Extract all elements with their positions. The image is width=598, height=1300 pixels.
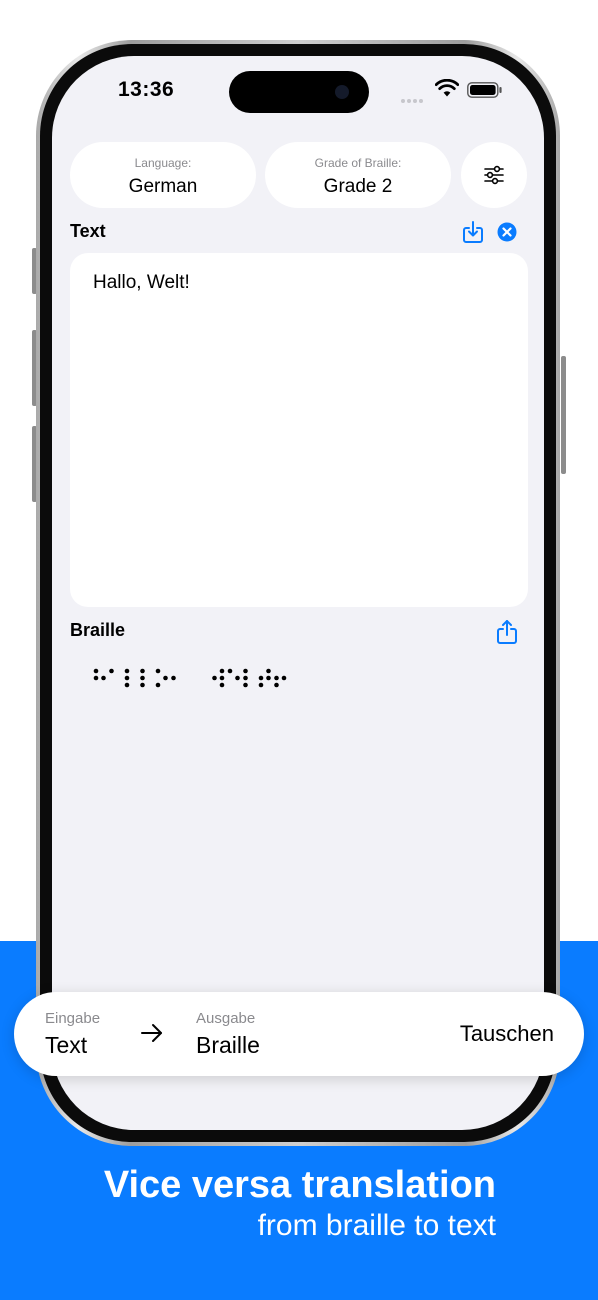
braille-dot bbox=[243, 682, 248, 688]
promo-headline: Vice versa translation bbox=[103, 1164, 496, 1206]
braille-grade-value: Grade 2 bbox=[323, 176, 393, 197]
braille-grade-selector[interactable]: Grade of Braille: Grade 2 bbox=[265, 142, 451, 208]
braille-dot bbox=[124, 682, 130, 688]
share-icon bbox=[497, 620, 517, 644]
sliders-icon bbox=[484, 165, 504, 185]
braille-dot bbox=[163, 675, 168, 681]
braille-dot bbox=[93, 675, 99, 681]
text-input-area[interactable]: Hallo, Welt! bbox=[70, 253, 528, 607]
share-button[interactable] bbox=[494, 618, 520, 646]
braille-dot bbox=[274, 675, 279, 681]
braille-dot bbox=[219, 668, 225, 674]
clear-text-button[interactable] bbox=[495, 220, 519, 244]
phone-screen: 13:36 Language: German Grade of Braille:… bbox=[52, 56, 544, 1130]
language-value: German bbox=[128, 176, 198, 197]
braille-dot bbox=[274, 682, 279, 688]
arrow-right-icon bbox=[141, 1024, 162, 1042]
braille-dot bbox=[171, 675, 176, 681]
braille-cell bbox=[227, 668, 240, 681]
braille-dot bbox=[140, 668, 145, 674]
swap-button[interactable]: Tauschen bbox=[460, 1021, 554, 1047]
promo-subheadline: from braille to text bbox=[257, 1209, 496, 1242]
braille-cell bbox=[171, 675, 176, 681]
braille-dot bbox=[93, 668, 99, 674]
braille-cell bbox=[274, 675, 287, 688]
input-mode-value: Text bbox=[45, 1032, 88, 1058]
braille-cell bbox=[243, 668, 248, 688]
braille-dot bbox=[219, 675, 225, 681]
braille-cell bbox=[258, 668, 271, 688]
braille-dot bbox=[101, 675, 106, 681]
braille-cell bbox=[124, 668, 130, 688]
braille-cell bbox=[155, 668, 168, 688]
braille-dot bbox=[227, 668, 233, 674]
status-time: 13:36 bbox=[118, 78, 175, 101]
braille-dot bbox=[243, 675, 248, 681]
braille-dot bbox=[140, 682, 145, 688]
language-selector[interactable]: Language: German bbox=[70, 142, 256, 208]
braille-dot bbox=[109, 668, 114, 674]
clear-icon bbox=[497, 222, 517, 242]
braille-dot bbox=[219, 682, 225, 688]
input-mode-label: Eingabe bbox=[45, 1010, 101, 1027]
braille-dot bbox=[258, 675, 264, 681]
output-mode-label: Ausgabe bbox=[196, 1010, 256, 1027]
settings-button[interactable] bbox=[461, 142, 527, 208]
braille-dot bbox=[258, 682, 264, 688]
translation-direction-bar: Eingabe Text Ausgabe Braille Tauschen bbox=[14, 992, 584, 1076]
braille-dot bbox=[155, 668, 161, 674]
text-section-title: Text bbox=[70, 221, 106, 241]
dynamic-island bbox=[229, 71, 369, 113]
braille-dot bbox=[281, 675, 287, 681]
braille-dot bbox=[124, 675, 130, 681]
phone-power-button bbox=[561, 356, 566, 474]
braille-section-title: Braille bbox=[70, 620, 126, 640]
braille-grade-label: Grade of Braille: bbox=[314, 156, 402, 170]
braille-dot bbox=[266, 668, 271, 674]
wifi-icon bbox=[435, 79, 459, 97]
braille-dot bbox=[235, 675, 240, 681]
braille-cell bbox=[109, 668, 114, 674]
front-camera bbox=[335, 85, 349, 99]
cellular-signal-icon bbox=[401, 90, 429, 103]
text-input-value: Hallo, Welt! bbox=[93, 272, 190, 293]
import-button[interactable] bbox=[460, 219, 486, 245]
braille-dot bbox=[155, 682, 161, 688]
braille-cell bbox=[93, 668, 106, 681]
braille-dot bbox=[243, 668, 248, 674]
braille-dot bbox=[124, 668, 130, 674]
braille-cell bbox=[140, 668, 145, 688]
battery-icon bbox=[467, 82, 502, 98]
language-label: Language: bbox=[134, 156, 192, 170]
output-mode-value: Braille bbox=[196, 1032, 260, 1058]
braille-cell bbox=[212, 668, 225, 688]
braille-dot bbox=[212, 675, 217, 681]
braille-dot bbox=[266, 675, 271, 681]
braille-dot bbox=[140, 675, 145, 681]
import-icon bbox=[463, 221, 483, 243]
braille-output bbox=[93, 668, 287, 688]
